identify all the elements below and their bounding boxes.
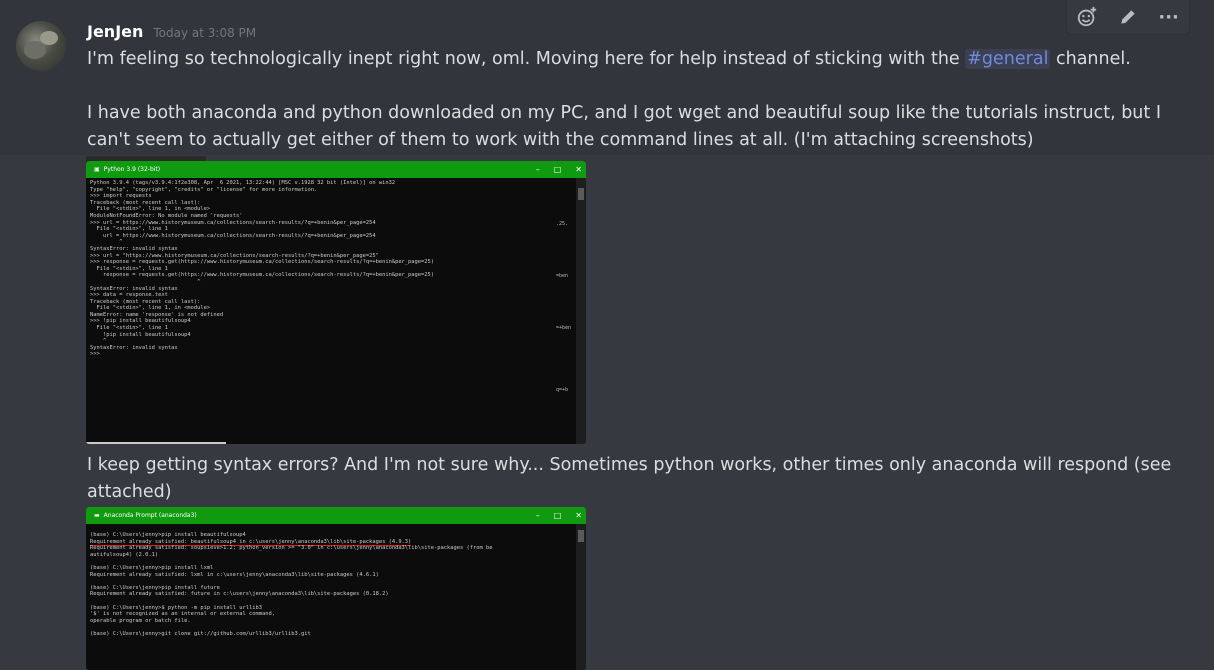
taskbar-fragment — [86, 442, 226, 444]
more-icon[interactable]: ··· — [1155, 3, 1183, 31]
channel-mention[interactable]: #general — [965, 49, 1051, 69]
message-toolbar: ··· — [1066, 0, 1190, 35]
terminal-window-icon: ▬ — [94, 512, 100, 519]
edit-icon[interactable] — [1114, 3, 1142, 31]
side-fragment: =+ben — [556, 325, 572, 331]
avatar[interactable] — [16, 21, 66, 71]
message-paragraph-3: I keep getting syntax errors? And I'm no… — [87, 455, 1172, 502]
console-lines: Requirement already satisfied: soupsieve… — [90, 545, 493, 637]
message-text: channel. — [1050, 49, 1131, 69]
side-fragment: q=+b — [556, 387, 569, 393]
console-line: (base) C:\Users\jenny>pip install beauti… — [90, 532, 246, 538]
console-scrollbar — [576, 524, 586, 670]
python-window-icon: ▣ — [94, 166, 100, 173]
background-window-fragment: .25. =ben =+ben q=+b — [554, 178, 576, 444]
console-output: (base) C:\Users\jenny>pip install beauti… — [86, 524, 586, 640]
console-output: Python 3.9.4 (tags/v3.9.4:1f2e308, Apr 6… — [90, 180, 435, 358]
side-fragment: .25. — [556, 221, 569, 227]
add-reaction-icon[interactable] — [1073, 3, 1101, 31]
maximize-icon: □ — [553, 165, 562, 174]
timestamp[interactable]: Today at 3:08 PM — [153, 26, 256, 40]
close-icon: ✕ — [575, 165, 582, 174]
console-scrollbar — [576, 178, 586, 444]
message-header: JenJen Today at 3:08 PM — [87, 22, 256, 44]
maximize-icon: □ — [553, 511, 562, 520]
console-title: Python 3.9 (32-bit) — [103, 166, 161, 173]
console-titlebar: ▣ Python 3.9 (32-bit) – □ ✕ — [86, 161, 586, 178]
close-icon: ✕ — [575, 511, 582, 520]
message-paragraph-1: I'm feeling so technologically inept rig… — [87, 46, 1187, 73]
console-title: Anaconda Prompt (anaconda3) — [103, 512, 197, 519]
console-titlebar: ▬ Anaconda Prompt (anaconda3) – □ ✕ — [86, 507, 586, 524]
side-fragment: =ben — [556, 273, 569, 279]
message-paragraph-2: I have both anaconda and python download… — [87, 103, 1161, 150]
message-text: I'm feeling so technologically inept rig… — [87, 49, 966, 69]
attachment-image-python[interactable]: ▣ Python 3.9 (32-bit) – □ ✕ Python 3.9.4… — [86, 161, 586, 444]
username[interactable]: JenJen — [87, 22, 143, 41]
attachment-image-anaconda[interactable]: ▬ Anaconda Prompt (anaconda3) – □ ✕ (bas… — [86, 507, 586, 670]
minimize-icon: – — [535, 165, 540, 174]
minimize-icon: – — [535, 511, 540, 520]
